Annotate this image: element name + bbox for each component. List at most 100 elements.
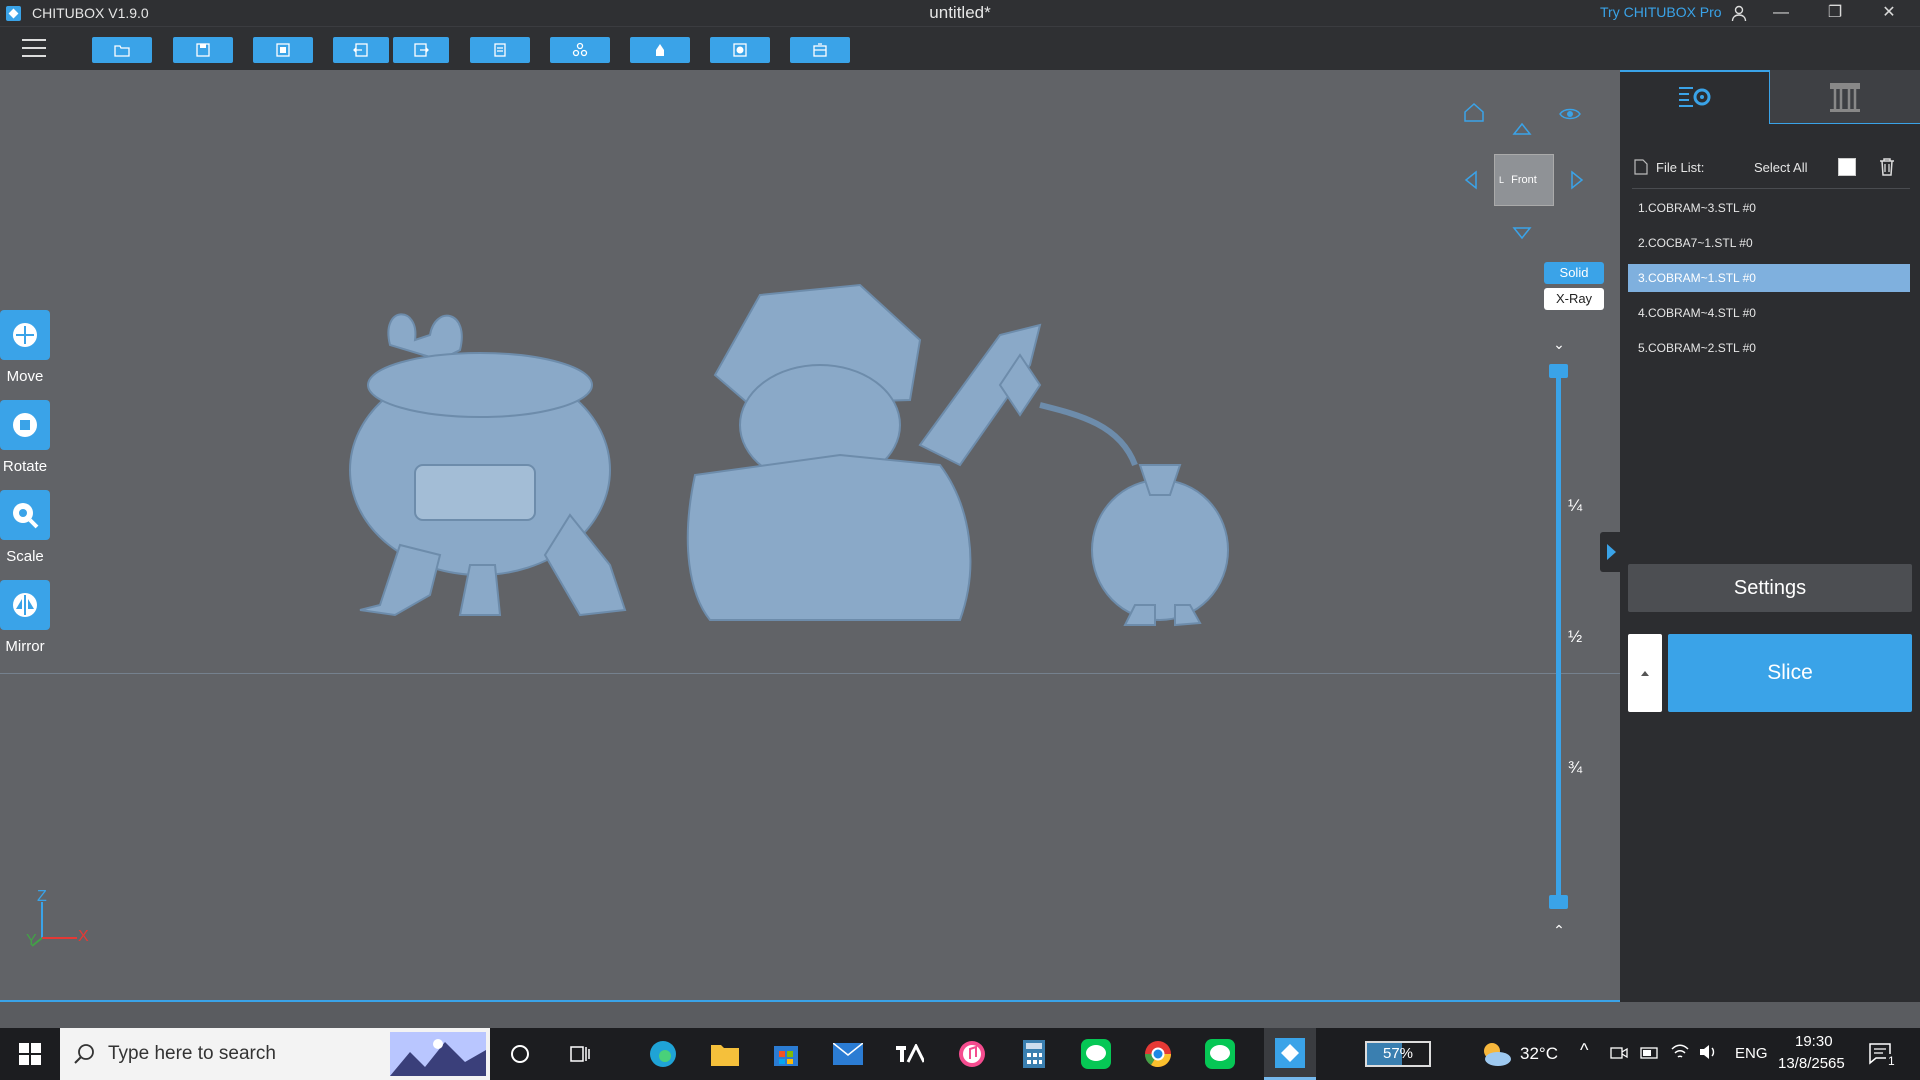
view-cube-front: Front	[1511, 174, 1537, 186]
3d-viewport[interactable]: Move Rotate Scale Mirror Z Y X	[0, 70, 1620, 1000]
redo-button[interactable]	[393, 37, 449, 63]
wifi-icon[interactable]	[1670, 1043, 1690, 1061]
clock-date[interactable]: 13/8/2565	[1778, 1055, 1845, 1072]
redo-icon	[414, 43, 429, 57]
view-up-arrow-icon[interactable]	[1510, 118, 1534, 142]
taskbar-search-box[interactable]: Type here to search	[60, 1028, 490, 1080]
settings-button[interactable]: Settings	[1628, 564, 1912, 612]
model-pot-creature[interactable]	[349, 313, 627, 617]
trash-icon[interactable]	[1878, 157, 1896, 177]
right-panel: File List: Select All 1.COBRAM~3.STL #0 …	[1620, 70, 1920, 1002]
eye-icon[interactable]	[1558, 102, 1582, 126]
axis-x-label: X	[78, 928, 89, 945]
save-icon	[196, 43, 210, 57]
folder-icon	[114, 45, 130, 57]
xray-mode-button[interactable]: X-Ray	[1544, 288, 1604, 310]
support-button[interactable]	[630, 37, 690, 63]
supports-icon	[1830, 82, 1860, 112]
volume-icon[interactable]	[1698, 1043, 1718, 1061]
task-view-icon[interactable]	[562, 1036, 598, 1072]
windows-start-icon[interactable]	[12, 1036, 48, 1072]
cortana-icon[interactable]	[502, 1036, 538, 1072]
file-list-item[interactable]: 2.COCBA7~1.STL #0	[1628, 229, 1910, 257]
meet-now-icon[interactable]	[1610, 1044, 1628, 1062]
slider-up-chevron-icon[interactable]: ⌃	[1550, 922, 1568, 938]
mirror-label: Mirror	[5, 638, 45, 655]
rotate-tool[interactable]: Rotate	[0, 400, 50, 475]
battery-tray-icon[interactable]	[1640, 1046, 1660, 1060]
weather-cloud-icon[interactable]	[1480, 1041, 1512, 1067]
slider-down-chevron-icon[interactable]: ⌄	[1550, 336, 1568, 352]
close-button[interactable]: ✕	[1866, 0, 1912, 26]
tradingview-icon[interactable]	[892, 1036, 928, 1072]
toolbar	[0, 26, 1920, 70]
line-app-icon[interactable]	[1078, 1036, 1114, 1072]
auto-layout-button[interactable]	[550, 37, 610, 63]
mirror-tool[interactable]: Mirror	[0, 580, 50, 655]
view-down-arrow-icon[interactable]	[1510, 220, 1534, 244]
hollow-button[interactable]	[710, 37, 770, 63]
settings-list-icon	[1678, 87, 1710, 107]
box-icon	[813, 43, 827, 57]
user-icon[interactable]	[1730, 4, 1748, 22]
chitubox-taskbar-icon[interactable]	[1264, 1028, 1316, 1080]
battery-indicator[interactable]: 57%	[1365, 1041, 1431, 1067]
layout-icon	[572, 42, 588, 57]
mail-icon[interactable]	[830, 1036, 866, 1072]
model-vase-creature[interactable]	[1039, 402, 1229, 627]
layer-slider-top-handle[interactable]	[1549, 364, 1568, 378]
document-icon	[1634, 159, 1648, 175]
export-button[interactable]	[790, 37, 850, 63]
slider-quarter-mark: ¼	[1568, 496, 1583, 515]
search-placeholder: Type here to search	[108, 1043, 276, 1064]
panel-collapse-button[interactable]	[1600, 532, 1622, 572]
file-explorer-icon[interactable]	[707, 1036, 743, 1072]
home-view-icon[interactable]	[1462, 100, 1486, 124]
language-indicator[interactable]: ENG	[1735, 1045, 1768, 1062]
undo-button[interactable]	[333, 37, 389, 63]
tray-chevron-icon[interactable]: ^	[1580, 1040, 1588, 1061]
model-scene	[349, 283, 1229, 627]
try-pro-link[interactable]: Try CHITUBOX Pro	[1600, 4, 1722, 20]
solid-mode-button[interactable]: Solid	[1544, 262, 1604, 284]
file-list-item[interactable]: 1.COBRAM~3.STL #0	[1628, 194, 1910, 222]
minimize-button[interactable]: —	[1758, 0, 1804, 26]
maximize-button[interactable]: ❐	[1812, 0, 1858, 26]
line-app-2-icon[interactable]	[1202, 1036, 1238, 1072]
file-list-item-selected[interactable]: 3.COBRAM~1.STL #0	[1628, 264, 1910, 292]
select-all-checkbox[interactable]	[1838, 158, 1856, 176]
move-tool[interactable]: Move	[0, 310, 50, 385]
microsoft-store-icon[interactable]	[768, 1036, 804, 1072]
tab-supports[interactable]	[1770, 70, 1920, 124]
layer-slider-bottom-handle[interactable]	[1549, 895, 1568, 909]
tab-print-settings[interactable]	[1620, 70, 1770, 124]
windows-taskbar: Type here to search 57% 32°C ^ ENG 19:30…	[0, 1028, 1920, 1080]
chrome-icon[interactable]	[1140, 1036, 1176, 1072]
file-list-divider	[1632, 188, 1910, 189]
layer-slider-track[interactable]	[1556, 370, 1561, 900]
view-left-arrow-icon[interactable]	[1460, 168, 1484, 192]
rotate-label: Rotate	[2, 458, 48, 475]
itunes-icon[interactable]	[954, 1036, 990, 1072]
clock-time[interactable]: 19:30	[1795, 1033, 1833, 1050]
hollow-icon	[733, 43, 747, 57]
view-right-arrow-icon[interactable]	[1564, 168, 1588, 192]
view-cube[interactable]: L Front	[1494, 154, 1554, 206]
copy-button[interactable]	[470, 37, 530, 63]
move-icon	[13, 323, 37, 347]
edge-browser-icon[interactable]	[645, 1036, 681, 1072]
menu-icon[interactable]	[22, 39, 46, 59]
file-list-item[interactable]: 4.COBRAM~4.STL #0	[1628, 299, 1910, 327]
slice-button[interactable]: Slice	[1668, 634, 1912, 712]
open-file-button[interactable]	[92, 37, 152, 63]
slider-half-mark: ½	[1568, 627, 1583, 646]
screenshot-button[interactable]	[253, 37, 313, 63]
slice-options-toggle[interactable]	[1628, 634, 1662, 712]
axis-y-label: Y	[26, 932, 37, 949]
save-button[interactable]	[173, 37, 233, 63]
file-list-item[interactable]: 5.COBRAM~2.STL #0	[1628, 334, 1910, 362]
view-cube-side: L	[1499, 175, 1505, 185]
calculator-icon[interactable]	[1016, 1036, 1052, 1072]
scale-tool[interactable]: Scale	[0, 490, 50, 565]
model-monk-figure[interactable]	[686, 283, 1042, 621]
